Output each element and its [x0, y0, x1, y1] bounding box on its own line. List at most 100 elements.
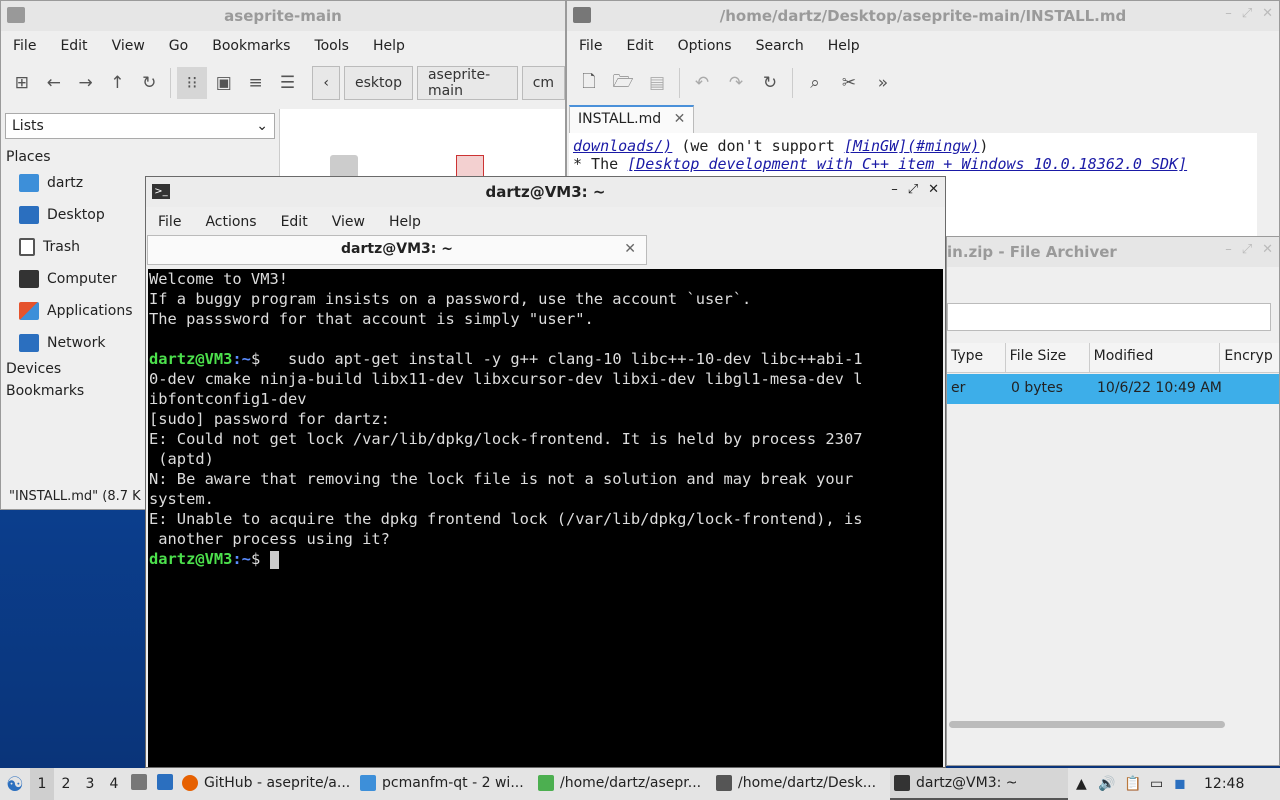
- open-file-icon[interactable]: 🗁: [607, 67, 639, 99]
- terminal-icon: [894, 775, 910, 791]
- reload-icon[interactable]: ↻: [754, 67, 786, 99]
- firefox-icon: [182, 775, 198, 791]
- horizontal-scrollbar[interactable]: [949, 721, 1225, 728]
- clock[interactable]: 12:48: [1204, 776, 1244, 792]
- thumbnail-view-icon[interactable]: ▣: [209, 67, 239, 99]
- tab-terminal[interactable]: dartz@VM3: ~ ✕: [147, 235, 647, 265]
- close-tab-icon[interactable]: ✕: [674, 111, 686, 127]
- minimize-icon[interactable]: –: [891, 182, 898, 197]
- workspace-1[interactable]: 1: [30, 768, 54, 800]
- show-desktop-icon[interactable]: [152, 774, 178, 794]
- save-icon[interactable]: ▤: [641, 67, 673, 99]
- detailed-view-icon[interactable]: ☰: [273, 67, 303, 99]
- sidebar-view-select[interactable]: Lists ⌄: [5, 113, 275, 139]
- terminal-line: 0-dev cmake ninja-build libx11-dev libxc…: [149, 370, 863, 388]
- forward-icon[interactable]: →: [71, 67, 101, 99]
- fm-menu-tools[interactable]: Tools: [302, 38, 361, 54]
- terminal-line: E: Could not get lock /var/lib/dpkg/lock…: [149, 430, 863, 448]
- fm-menu-file[interactable]: File: [1, 38, 48, 54]
- editor-menu-search[interactable]: Search: [744, 38, 816, 54]
- editor-tabbar: INSTALL.md ✕: [567, 105, 1279, 133]
- archiver-titlebar[interactable]: in.zip - File Archiver – ⤢ ✕: [947, 237, 1279, 267]
- terminal-menu-file[interactable]: File: [146, 214, 193, 230]
- terminal-menu-actions[interactable]: Actions: [193, 214, 268, 230]
- task-text-editor[interactable]: /home/dartz/Desk...: [712, 768, 890, 800]
- terminal-menu-help[interactable]: Help: [377, 214, 433, 230]
- text-span: (we don't support: [672, 137, 844, 155]
- fm-titlebar[interactable]: aseprite-main: [1, 1, 565, 31]
- find-icon[interactable]: ⌕: [799, 67, 831, 99]
- breadcrumb: ‹ esktop aseprite-main cm: [312, 66, 565, 100]
- column-file-size[interactable]: File Size: [1006, 343, 1090, 372]
- editor-titlebar[interactable]: /home/dartz/Desktop/aseprite-main/INSTAL…: [567, 1, 1279, 31]
- undo-icon[interactable]: ↶: [686, 67, 718, 99]
- reload-icon[interactable]: ↻: [134, 67, 164, 99]
- column-type[interactable]: Type: [947, 343, 1006, 372]
- start-menu-icon[interactable]: ☯: [0, 772, 30, 796]
- minimize-icon[interactable]: –: [1225, 242, 1232, 257]
- update-icon[interactable]: ◼: [1174, 776, 1196, 792]
- link-mingw[interactable]: [MinGW](#mingw): [844, 137, 979, 155]
- prompt-symbol: $: [250, 350, 261, 368]
- new-tab-icon[interactable]: ⊞: [7, 67, 37, 99]
- editor-menu-options[interactable]: Options: [666, 38, 744, 54]
- fm-menu-go[interactable]: Go: [157, 38, 200, 54]
- terminal-menu-edit[interactable]: Edit: [269, 214, 320, 230]
- link-desktop-dev[interactable]: [Desktop development with C++ item + Win…: [627, 155, 1187, 173]
- tab-install-md[interactable]: INSTALL.md ✕: [569, 105, 695, 133]
- network-tray-icon[interactable]: ▭: [1150, 776, 1174, 792]
- icon-view-icon[interactable]: ⁝⁝: [177, 67, 207, 99]
- table-row[interactable]: er 0 bytes 10/6/22 10:49 AM: [947, 374, 1279, 404]
- compact-view-icon[interactable]: ≡: [241, 67, 271, 99]
- breadcrumb-cmake[interactable]: cm: [521, 66, 565, 100]
- close-icon[interactable]: ✕: [1262, 242, 1273, 257]
- breadcrumb-desktop[interactable]: esktop: [344, 66, 413, 100]
- close-icon[interactable]: ✕: [928, 182, 939, 197]
- terminal-line: ibfontconfig1-dev: [149, 390, 307, 408]
- task-label: /home/dartz/asepr...: [560, 775, 702, 791]
- task-firefox[interactable]: GitHub - aseprite/a...: [178, 768, 356, 800]
- close-tab-icon[interactable]: ✕: [624, 241, 636, 257]
- workspace-4[interactable]: 4: [102, 776, 126, 792]
- fm-menu-bookmarks[interactable]: Bookmarks: [200, 38, 302, 54]
- editor-menu-edit[interactable]: Edit: [614, 38, 665, 54]
- clipboard-icon[interactable]: 📋: [1124, 776, 1150, 792]
- editor-menu-help[interactable]: Help: [816, 38, 872, 54]
- trash-icon: [19, 238, 35, 256]
- task-label: pcmanfm-qt - 2 wi...: [382, 775, 524, 791]
- find-replace-icon[interactable]: ✂: [833, 67, 865, 99]
- terminal-titlebar[interactable]: >_ dartz@VM3: ~ – ⤢ ✕: [146, 177, 945, 207]
- breadcrumb-aseprite-main[interactable]: aseprite-main: [416, 66, 518, 100]
- task-archiver[interactable]: /home/dartz/asepr...: [534, 768, 712, 800]
- column-modified[interactable]: Modified: [1090, 343, 1221, 372]
- more-icon[interactable]: »: [867, 67, 899, 99]
- terminal-screen[interactable]: Welcome to VM3! If a buggy program insist…: [148, 269, 943, 767]
- task-pcmanfm[interactable]: pcmanfm-qt - 2 wi...: [356, 768, 534, 800]
- tray-expand-icon[interactable]: ▲: [1076, 776, 1098, 792]
- back-icon[interactable]: ←: [39, 67, 69, 99]
- terminal-window: >_ dartz@VM3: ~ – ⤢ ✕ File Actions Edit …: [145, 176, 946, 768]
- file-manager-launcher-icon[interactable]: [126, 774, 152, 794]
- terminal-menubar: File Actions Edit View Help: [146, 207, 945, 237]
- editor-menu-file[interactable]: File: [567, 38, 614, 54]
- maximize-icon[interactable]: ⤢: [1242, 6, 1252, 21]
- up-icon[interactable]: ↑: [102, 67, 132, 99]
- link-downloads[interactable]: downloads/): [573, 137, 672, 155]
- new-file-icon[interactable]: 🗋: [573, 67, 605, 99]
- workspace-3[interactable]: 3: [78, 776, 102, 792]
- maximize-icon[interactable]: ⤢: [1242, 242, 1252, 257]
- close-icon[interactable]: ✕: [1262, 6, 1273, 21]
- breadcrumb-back-button[interactable]: ‹: [312, 66, 340, 100]
- redo-icon[interactable]: ↷: [720, 67, 752, 99]
- fm-menu-view[interactable]: View: [100, 38, 157, 54]
- minimize-icon[interactable]: –: [1225, 6, 1232, 21]
- terminal-menu-view[interactable]: View: [320, 214, 377, 230]
- column-encrypted[interactable]: Encryp: [1220, 343, 1279, 372]
- fm-menu-edit[interactable]: Edit: [48, 38, 99, 54]
- fm-menu-help[interactable]: Help: [361, 38, 417, 54]
- task-terminal[interactable]: dartz@VM3: ~: [890, 768, 1068, 800]
- archiver-location-field[interactable]: [947, 303, 1271, 331]
- workspace-2[interactable]: 2: [54, 776, 78, 792]
- volume-icon[interactable]: 🔊: [1098, 776, 1124, 792]
- maximize-icon[interactable]: ⤢: [908, 182, 918, 197]
